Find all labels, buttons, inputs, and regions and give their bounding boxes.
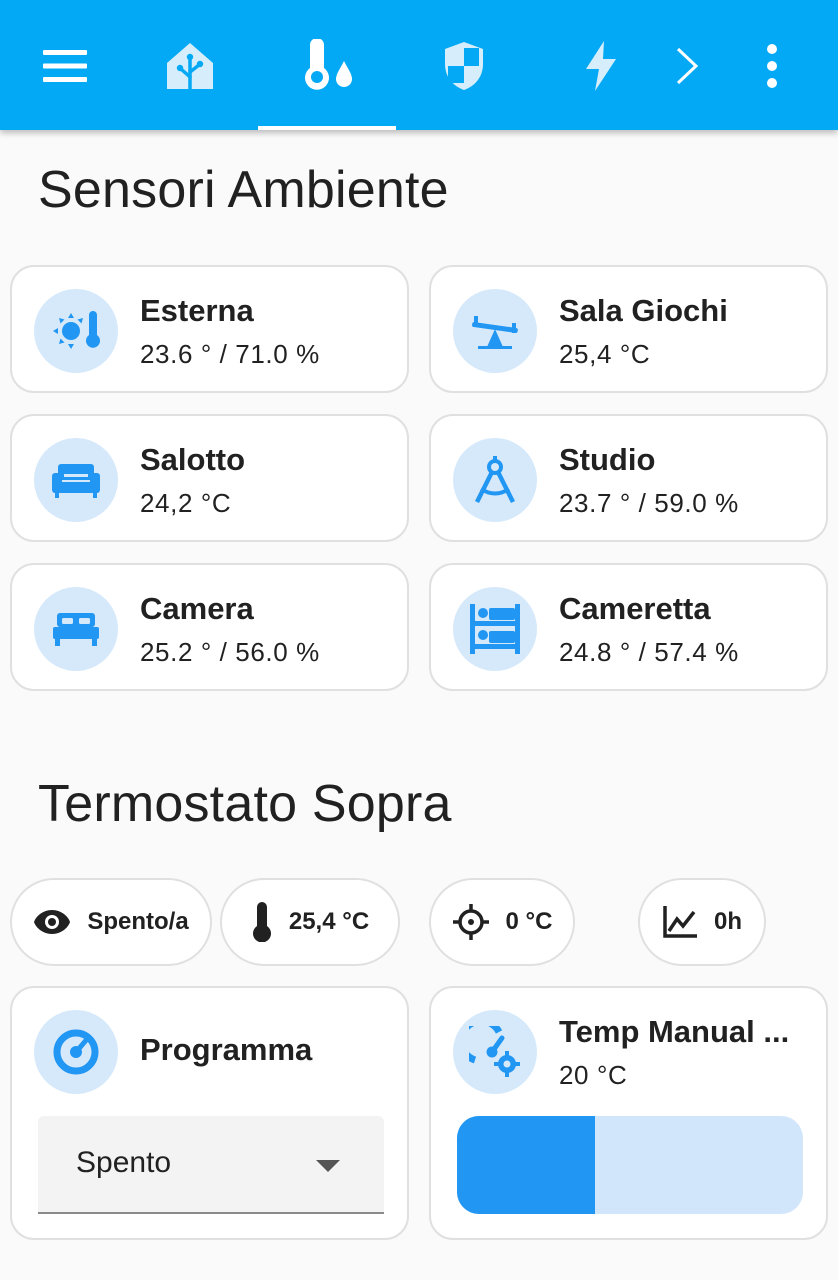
eye-icon <box>34 910 71 934</box>
badge-current-temperature[interactable]: 25,4 °C <box>220 878 400 966</box>
badge-hvac-mode[interactable]: Spento/a <box>10 878 212 966</box>
badge-label: Spento/a <box>87 908 189 935</box>
tile-icon-wrapper[interactable] <box>453 1010 537 1094</box>
compass-drafting-icon <box>474 456 516 504</box>
shield-home-icon <box>445 42 483 90</box>
program-card: Programma Spento <box>10 986 409 1240</box>
tab-energy[interactable] <box>565 30 637 102</box>
tile-name: Cameretta <box>559 591 711 626</box>
seesaw-icon <box>472 316 518 349</box>
tile-state: 23.6 ° / 71.0 % <box>140 339 320 369</box>
tile-icon-wrapper[interactable] <box>453 438 537 522</box>
lightning-bolt-icon <box>586 41 616 91</box>
badge-target-temperature[interactable]: 0 °C <box>429 878 575 966</box>
tile-icon-wrapper[interactable] <box>34 438 118 522</box>
badge-label: 0h <box>713 908 742 935</box>
dropdown-arrow-icon <box>316 1160 340 1172</box>
bunk-bed-icon <box>470 604 520 654</box>
manual-temp-card: Temp Manual ... 20 °C <box>429 986 828 1240</box>
tile-name: Esterna <box>140 293 254 328</box>
sensor-tile-esterna[interactable]: Esterna 23.6 ° / 71.0 % <box>10 265 409 393</box>
chart-line-icon <box>663 906 697 938</box>
tile-name: Programma <box>140 1032 313 1067</box>
crosshairs-icon <box>452 904 489 940</box>
tab-climate[interactable] <box>291 30 363 102</box>
tab-home[interactable] <box>154 30 226 102</box>
bed-icon <box>53 613 99 646</box>
tab-security[interactable] <box>428 30 500 102</box>
tile-icon-wrapper[interactable] <box>34 289 118 373</box>
home-assistant-icon <box>167 43 213 91</box>
select-value: Spento <box>76 1146 172 1179</box>
badge-label: 0 °C <box>505 908 553 935</box>
tile-name: Studio <box>559 442 656 477</box>
sensor-tile-studio[interactable]: Studio 23.7 ° / 59.0 % <box>429 414 828 542</box>
thermometer-icon <box>252 902 271 942</box>
badge-hours[interactable]: 0h <box>638 878 766 966</box>
tile-icon-wrapper[interactable] <box>453 587 537 671</box>
active-tab-indicator <box>258 126 396 130</box>
sensor-tile-sala-giochi[interactable]: Sala Giochi 25,4 °C <box>429 265 828 393</box>
gauge-icon <box>53 1029 99 1075</box>
thermometer-water-icon <box>305 39 352 90</box>
chevron-right-icon <box>676 47 699 85</box>
tile-state: 25,4 °C <box>559 339 651 369</box>
manual-temp-slider[interactable] <box>457 1116 803 1214</box>
sofa-icon <box>52 464 100 498</box>
tile-state: 23.7 ° / 59.0 % <box>559 488 739 518</box>
tile-name: Camera <box>140 591 254 626</box>
tile-state: 24.8 ° / 57.4 % <box>559 637 739 667</box>
tile-icon-wrapper[interactable] <box>34 587 118 671</box>
gauge-cog-icon <box>469 1026 520 1077</box>
tile-state: 25.2 ° / 56.0 % <box>140 637 320 667</box>
tile-name: Salotto <box>140 442 246 477</box>
tile-state: 20 °C <box>559 1060 628 1090</box>
sensor-tile-camera[interactable]: Camera 25.2 ° / 56.0 % <box>10 563 409 691</box>
menu-icon <box>43 50 87 82</box>
menu-button[interactable] <box>29 30 101 102</box>
tile-state: 24,2 °C <box>140 488 232 518</box>
section-title-thermostat: Termostato Sopra <box>38 775 452 833</box>
tile-name: Temp Manual ... <box>559 1014 790 1049</box>
sun-thermometer-icon <box>53 311 100 349</box>
sensor-tile-salotto[interactable]: Salotto 24,2 °C <box>10 414 409 542</box>
tile-icon-wrapper[interactable] <box>34 1010 118 1094</box>
tile-name: Sala Giochi <box>559 293 728 328</box>
dots-vertical-icon <box>767 44 777 88</box>
program-select[interactable]: Spento <box>38 1116 384 1214</box>
tile-icon-wrapper[interactable] <box>453 289 537 373</box>
slider-fill <box>457 1116 596 1214</box>
top-app-bar <box>0 0 838 130</box>
badge-label: 25,4 °C <box>288 908 370 935</box>
scroll-tabs-button[interactable] <box>651 30 723 102</box>
section-title-sensors: Sensori Ambiente <box>38 161 449 219</box>
overflow-menu-button[interactable] <box>736 30 808 102</box>
sensor-tile-cameretta[interactable]: Cameretta 24.8 ° / 57.4 % <box>429 563 828 691</box>
